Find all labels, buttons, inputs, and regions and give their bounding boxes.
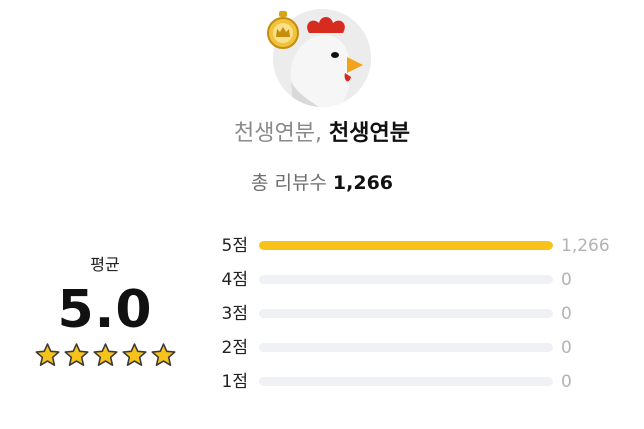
average-rating: 평균 5.0: [30, 254, 180, 369]
star-icon: [92, 343, 118, 366]
average-score: 5.0: [57, 280, 153, 340]
rating-row-label: 3점: [221, 304, 248, 324]
rating-row-count: 0: [561, 304, 572, 324]
rating-bar-track: [259, 377, 553, 386]
rating-bar-track: [259, 309, 553, 318]
rating-row-count: 0: [561, 338, 572, 358]
total-reviews-count: 1,266: [332, 172, 394, 194]
nickname-primary: 천생연분,: [234, 121, 322, 146]
rating-row-label: 1점: [221, 372, 248, 392]
rating-row-2: 2점 0: [208, 332, 628, 366]
profile-name: 천생연분, 천생연분: [0, 117, 644, 151]
rating-row-label: 2점: [221, 338, 248, 358]
rating-row-1: 1점 0: [208, 366, 628, 400]
rating-row-count: 0: [561, 270, 572, 290]
star-icon: [34, 343, 60, 366]
rating-row-3: 3점 0: [208, 298, 628, 332]
rating-bar-track: [259, 343, 553, 352]
rating-row-5: 5점 1,266: [208, 230, 628, 264]
star-rating: [30, 342, 180, 369]
total-reviews-label: 총 리뷰수: [250, 172, 327, 194]
crown-medal-icon: [265, 11, 301, 49]
rating-bar-track: [259, 241, 553, 250]
rating-row-label: 4점: [221, 270, 248, 290]
star-icon: [63, 343, 89, 366]
rating-row-count: 1,266: [561, 236, 610, 256]
rating-distribution: 5점 1,266 4점 0 3점 0 2점 0 1점 0: [208, 230, 628, 400]
rating-row-4: 4점 0: [208, 264, 628, 298]
average-label: 평균: [90, 255, 120, 274]
rating-bar-fill: [259, 241, 553, 250]
rating-bar-track: [259, 275, 553, 284]
star-icon: [121, 343, 147, 366]
total-reviews: 총 리뷰수 1,266: [0, 168, 644, 198]
nickname-secondary: 천생연분: [329, 121, 410, 146]
star-icon: [150, 343, 176, 366]
rating-row-count: 0: [561, 372, 572, 392]
rating-row-label: 5점: [221, 236, 248, 256]
